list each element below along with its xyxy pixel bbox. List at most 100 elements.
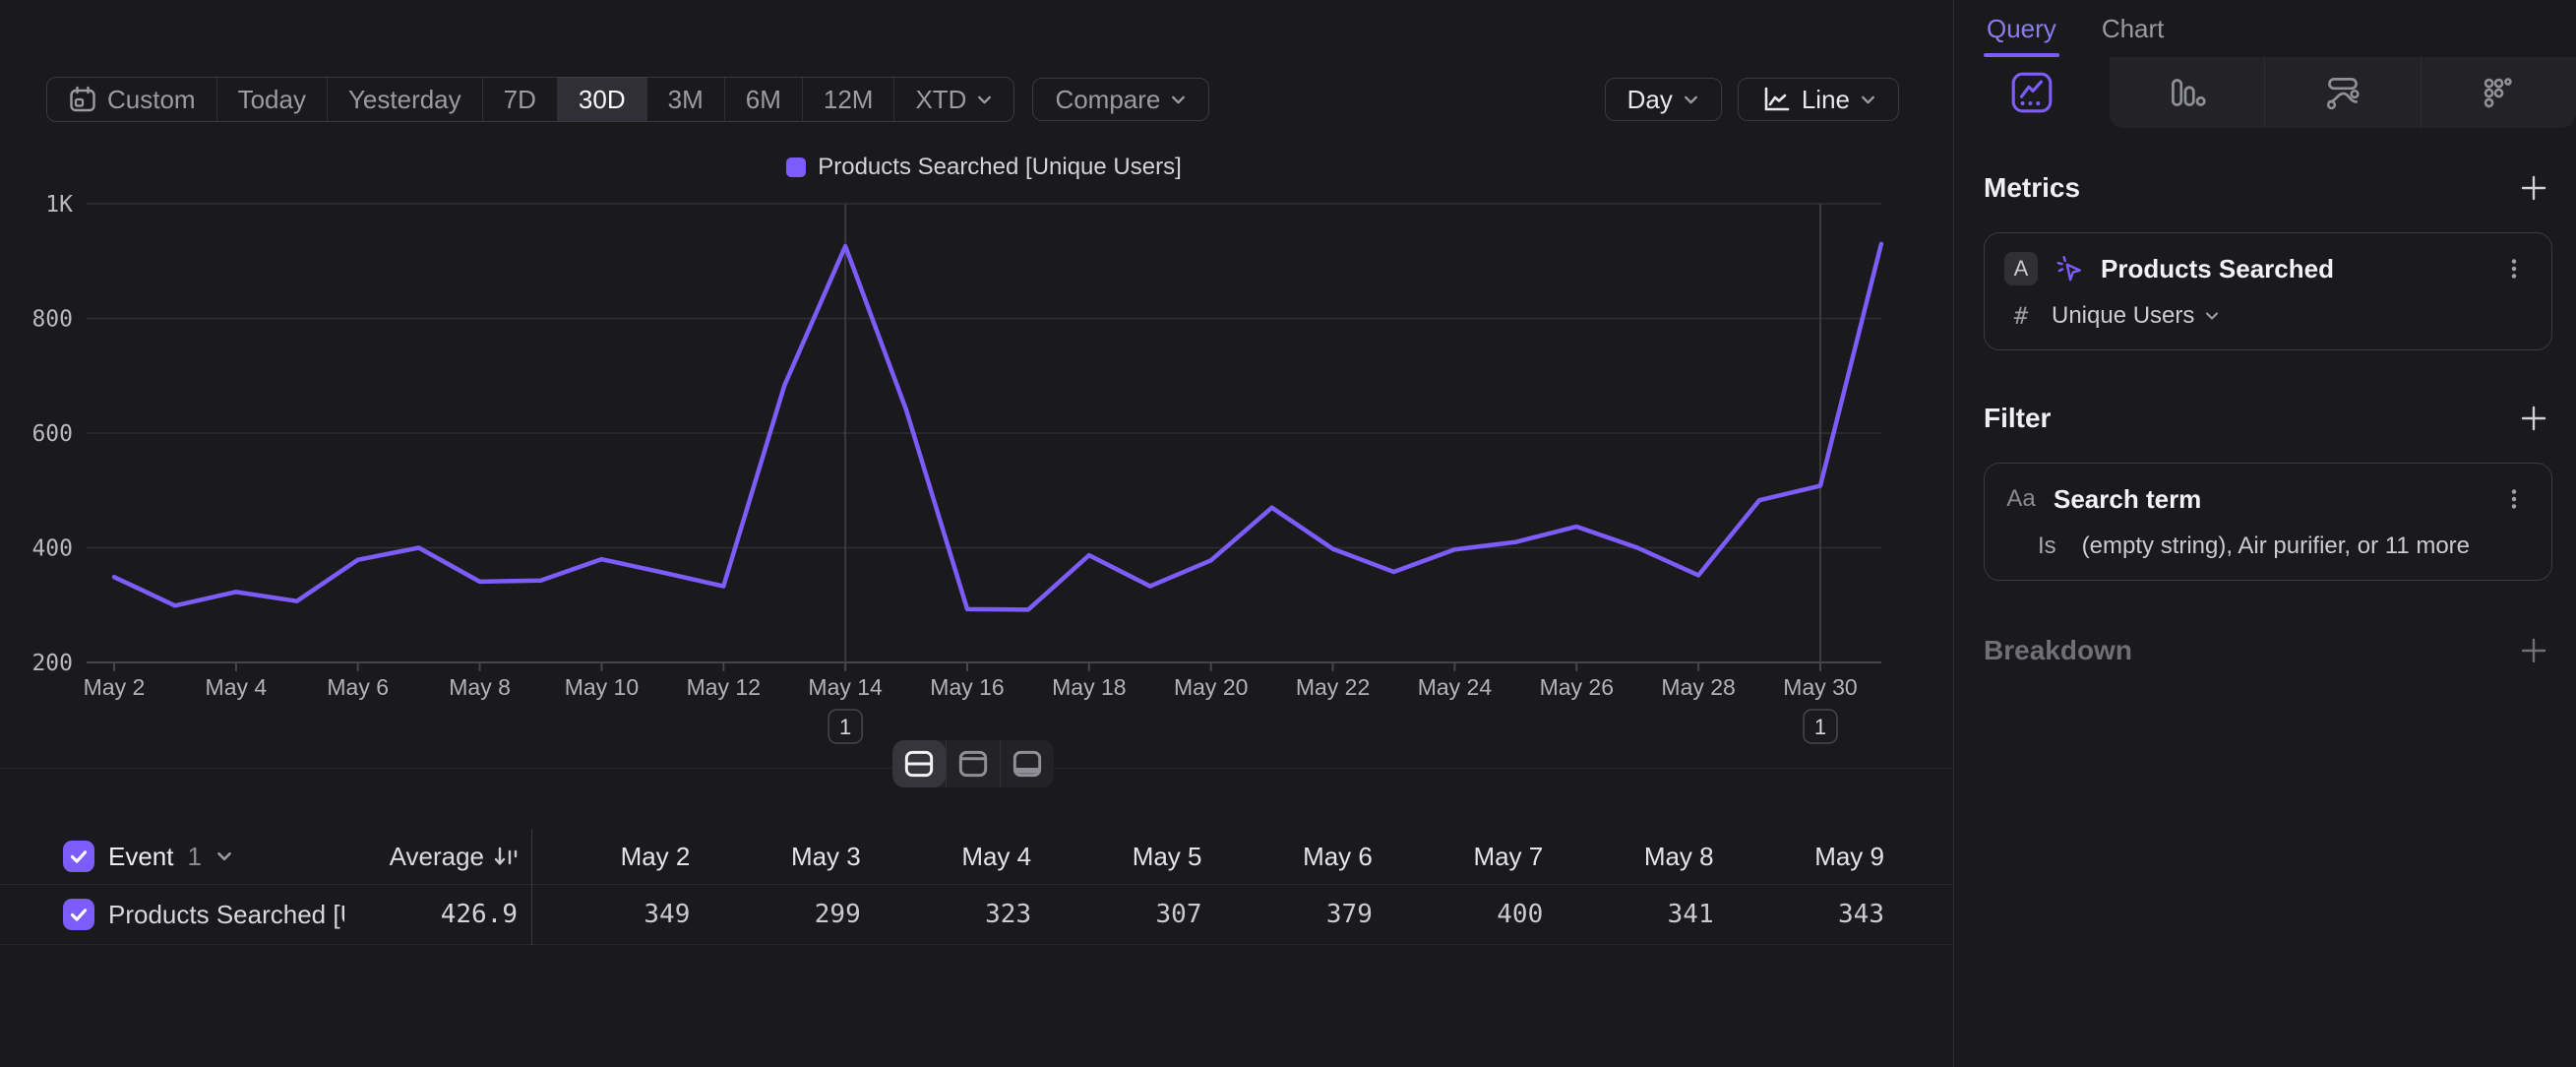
line-chart: 2004006008001KMay 2May 4May 6May 8May 10… bbox=[0, 0, 1953, 778]
dots-grid-icon bbox=[2476, 70, 2521, 115]
add-filter-button[interactable] bbox=[2515, 400, 2552, 437]
date-column-header[interactable]: May 8 bbox=[1555, 842, 1725, 872]
chevron-down-icon bbox=[2204, 308, 2220, 324]
aggregation-dropdown[interactable]: Unique Users bbox=[2052, 302, 2220, 330]
sort-icon bbox=[492, 843, 520, 870]
click-cursor-icon bbox=[2054, 253, 2085, 284]
plus-icon bbox=[2519, 173, 2548, 203]
aggregation-prefix: # bbox=[2004, 302, 2038, 330]
add-breakdown-button[interactable] bbox=[2515, 632, 2552, 669]
view-tab-insights[interactable] bbox=[1954, 57, 2110, 128]
layout-table-only-button[interactable] bbox=[1000, 740, 1054, 787]
y-axis-label: 1K bbox=[45, 192, 73, 218]
annotation-badge[interactable]: 1 bbox=[1804, 710, 1837, 743]
view-type-tabs bbox=[1954, 57, 2576, 128]
tab-query[interactable]: Query bbox=[1987, 0, 2056, 57]
event-header-cell[interactable]: Event 1 bbox=[63, 841, 344, 872]
filter-value[interactable]: (empty string), Air purifier, or 11 more bbox=[2082, 533, 2470, 560]
table-cell: 400 bbox=[1384, 900, 1555, 929]
table-cell: 343 bbox=[1726, 900, 1896, 929]
x-axis-label: May 20 bbox=[1174, 674, 1248, 700]
filter-condition-row: Is (empty string), Air purifier, or 11 m… bbox=[2004, 533, 2532, 560]
layout-toggle bbox=[892, 740, 1054, 787]
sidebar-tabs: Query Chart bbox=[1954, 0, 2576, 57]
x-axis-label: May 22 bbox=[1296, 674, 1370, 700]
table-cell: 341 bbox=[1555, 900, 1725, 929]
table-header-row: Event 1 Average May 2May 3May 4May 5May … bbox=[0, 829, 1953, 885]
filter-card-row: Aa Search term bbox=[2004, 481, 2532, 517]
flow-icon bbox=[2320, 70, 2365, 115]
layout-chart-only-button[interactable] bbox=[946, 740, 1000, 787]
date-column-header[interactable]: May 6 bbox=[1214, 842, 1384, 872]
plus-icon bbox=[2519, 636, 2548, 665]
date-column-header[interactable]: May 9 bbox=[1726, 842, 1896, 872]
chevron-down-icon[interactable] bbox=[215, 847, 233, 865]
metric-letter-badge: A bbox=[2004, 252, 2038, 285]
main-panel: CustomTodayYesterday7D30D3M6M12MXTD Comp… bbox=[0, 0, 1953, 1067]
sidebar-body: Metrics A Products Searched bbox=[1954, 169, 2576, 669]
filter-card[interactable]: Aa Search term Is (empty string), Air pu… bbox=[1984, 463, 2552, 581]
series-name: Products Searched [Un... bbox=[108, 900, 344, 930]
view-tab-flow[interactable] bbox=[2264, 57, 2421, 128]
date-column-header[interactable]: May 4 bbox=[873, 842, 1043, 872]
x-axis-label: May 4 bbox=[206, 674, 268, 700]
filter-section-header: Filter bbox=[1984, 400, 2552, 437]
aggregation-label: Unique Users bbox=[2052, 302, 2194, 330]
x-axis-label: May 14 bbox=[808, 674, 883, 700]
x-axis-label: May 16 bbox=[930, 674, 1004, 700]
row-checkbox[interactable] bbox=[63, 899, 94, 930]
bar-chart-icon bbox=[2164, 70, 2209, 115]
x-axis-label: May 12 bbox=[687, 674, 761, 700]
table-column-divider bbox=[531, 829, 532, 945]
annotation-badge[interactable]: 1 bbox=[828, 710, 862, 743]
kebab-icon bbox=[2500, 485, 2528, 513]
layout-split-button[interactable] bbox=[892, 740, 946, 787]
metric-aggregation-row: # Unique Users bbox=[2004, 302, 2532, 330]
y-axis-label: 400 bbox=[31, 536, 73, 562]
date-column-header[interactable]: May 2 bbox=[531, 842, 702, 872]
average-value: 426.9 bbox=[344, 900, 531, 929]
layout-bottom-icon bbox=[1009, 745, 1046, 783]
metric-card[interactable]: A Products Searched # Unique Users bbox=[1984, 232, 2552, 350]
x-axis-label: May 18 bbox=[1052, 674, 1126, 700]
results-table: Event 1 Average May 2May 3May 4May 5May … bbox=[0, 829, 1953, 945]
table-cell: 307 bbox=[1043, 900, 1213, 929]
table-row[interactable]: Products Searched [Un... 426.9 349299323… bbox=[0, 885, 1953, 945]
string-type-icon: Aa bbox=[2004, 485, 2038, 513]
metrics-section-header: Metrics bbox=[1984, 169, 2552, 207]
date-column-header[interactable]: May 3 bbox=[702, 842, 872, 872]
svg-text:1: 1 bbox=[839, 715, 851, 739]
x-axis-label: May 30 bbox=[1783, 674, 1857, 700]
average-label: Average bbox=[390, 842, 484, 872]
x-axis-label: May 10 bbox=[565, 674, 639, 700]
average-header-cell[interactable]: Average bbox=[344, 842, 531, 872]
metric-card-row: A Products Searched bbox=[2004, 251, 2532, 286]
view-tab-more[interactable] bbox=[2421, 57, 2576, 128]
filter-kebab-button[interactable] bbox=[2496, 481, 2532, 517]
metric-kebab-button[interactable] bbox=[2496, 251, 2532, 286]
x-axis-label: May 26 bbox=[1540, 674, 1614, 700]
table-cell: 299 bbox=[702, 900, 872, 929]
date-column-header[interactable]: May 7 bbox=[1384, 842, 1555, 872]
view-tab-bar[interactable] bbox=[2110, 57, 2265, 128]
y-axis-label: 200 bbox=[31, 651, 73, 676]
add-metric-button[interactable] bbox=[2515, 169, 2552, 207]
x-axis-label: May 28 bbox=[1661, 674, 1735, 700]
event-count: 1 bbox=[188, 842, 202, 872]
tab-chart-label: Chart bbox=[2102, 14, 2165, 44]
select-all-checkbox[interactable] bbox=[63, 841, 94, 872]
tab-chart[interactable]: Chart bbox=[2102, 0, 2165, 57]
breakdown-section-header: Breakdown bbox=[1984, 632, 2552, 669]
y-axis-label: 600 bbox=[31, 421, 73, 447]
x-axis-label: May 2 bbox=[84, 674, 146, 700]
filter-operator[interactable]: Is bbox=[2038, 533, 2056, 560]
date-column-header[interactable]: May 5 bbox=[1043, 842, 1213, 872]
query-sidebar: Query Chart bbox=[1953, 0, 2576, 1067]
table-cell: 323 bbox=[873, 900, 1043, 929]
insights-line-icon bbox=[2009, 70, 2055, 115]
filter-heading: Filter bbox=[1984, 403, 2051, 434]
insights-report: CustomTodayYesterday7D30D3M6M12MXTD Comp… bbox=[0, 0, 2576, 1067]
metric-name: Products Searched bbox=[2101, 254, 2481, 284]
tab-query-label: Query bbox=[1987, 14, 2056, 44]
y-axis-label: 800 bbox=[31, 307, 73, 333]
